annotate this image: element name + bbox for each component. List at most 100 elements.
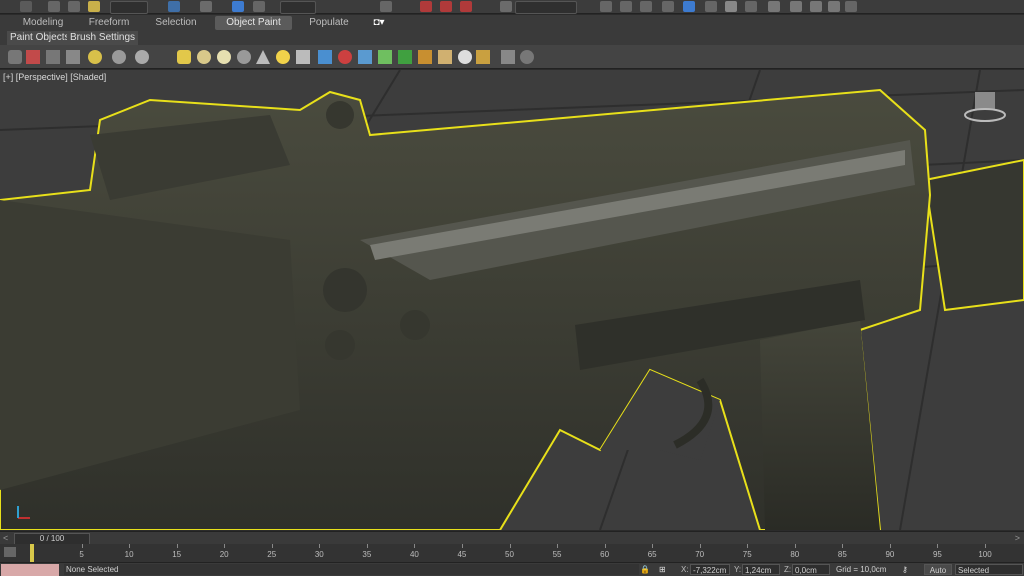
render-production-icon[interactable] [790,1,802,12]
time-marker[interactable] [30,544,34,562]
layer-explorer-icon[interactable] [640,1,652,12]
unlink-icon[interactable] [68,1,80,12]
brush-pot-icon[interactable] [237,50,251,64]
grid-icon[interactable] [476,50,490,64]
object-paint-tools [0,45,1024,69]
tick-label: 10 [124,550,134,559]
settings-icon[interactable] [501,50,515,64]
rotate-icon[interactable] [358,50,372,64]
grass-icon[interactable] [378,50,392,64]
key-icon[interactable]: ⚷ [902,565,908,574]
tick-label: 90 [885,550,895,559]
x-coordinate-field[interactable]: -7,322cm [690,564,730,575]
panel-brush-settings[interactable]: Brush Settings [67,31,139,45]
scatter-icon[interactable] [318,50,332,64]
tab-populate[interactable]: Populate [298,16,360,30]
pick-objects-icon[interactable] [66,50,80,64]
tab-modeling[interactable]: Modeling [8,16,78,30]
tab-selection[interactable]: Selection [144,16,208,30]
select-object-icon[interactable] [168,1,180,12]
z-coordinate-field[interactable]: 0,0cm [792,564,830,575]
named-selection-dropdown[interactable] [515,1,577,14]
shell-icon[interactable] [438,50,452,64]
tick-mark [414,544,416,548]
select-by-name-icon[interactable] [200,1,212,12]
panel-paint-objects[interactable]: Paint Objects [7,31,73,45]
tick-label: 5 [79,550,84,559]
rendered-frame-window-icon[interactable] [768,1,780,12]
edit-named-selection-icon[interactable] [500,1,512,12]
key-filter-dropdown[interactable]: Selected [955,564,1023,575]
brush-sphere-icon[interactable] [197,50,211,64]
status-bar: None Selected 🔒 ⊞ X: -7,322cm Y: 1,24cm … [0,562,1024,576]
paint-brush-icon[interactable] [8,50,22,64]
mini-curve-editor-icon[interactable] [4,547,16,557]
brush-disk-icon[interactable] [217,50,231,64]
align-icon[interactable] [620,1,632,12]
grid-size: Grid = 10,0cm [834,564,896,575]
ribbon-options-icon[interactable]: ◘▾ [368,16,390,30]
tab-object-paint[interactable]: Object Paint [215,16,292,30]
tick-mark [889,544,891,548]
tick-label: 50 [505,550,514,559]
mirror-icon[interactable] [600,1,612,12]
tick-label: 95 [932,550,942,559]
reference-coordinate-dropdown[interactable] [280,1,316,14]
brush-spray-icon[interactable] [296,50,310,64]
percent-snap-icon[interactable] [460,1,472,12]
lock-selection-icon[interactable]: 🔒 [640,565,650,574]
drop-icon[interactable] [418,50,432,64]
render-in-cloud-icon[interactable] [810,1,822,12]
select-move-icon[interactable] [232,1,244,12]
tick-mark [794,544,796,548]
snaps-toggle-icon[interactable] [420,1,432,12]
main-toolbar [0,0,1024,14]
tick-mark [509,544,511,548]
tick-mark [985,544,986,548]
time-prev-arrow[interactable]: < [3,533,8,543]
selection-status: None Selected [64,564,639,575]
viewport-label[interactable]: [+] [Perspective] [Shaded] [3,72,106,82]
material-editor-icon[interactable] [725,1,737,12]
track-bar[interactable]: 5 10 15 20 25 30 35 40 45 50 55 60 65 70 75 80 85 90 95 100 [0,544,1024,562]
tick-mark [81,544,83,548]
link-icon[interactable] [48,1,60,12]
eyedropper-icon[interactable] [135,50,149,64]
curve-editor-icon[interactable] [683,1,695,12]
paint-on-icon[interactable] [88,50,102,64]
angle-snap-icon[interactable] [440,1,452,12]
render-setup-icon[interactable] [745,1,757,12]
time-next-arrow[interactable]: > [1015,533,1020,543]
help-icon[interactable] [520,50,534,64]
bind-spacewarp-icon[interactable] [88,1,100,12]
scale-icon[interactable] [338,50,352,64]
brush-cone-icon[interactable] [256,50,270,64]
a360-gallery-icon[interactable] [828,1,840,12]
y-coordinate-field[interactable]: 1,24cm [742,564,780,575]
tick-mark [652,544,654,548]
paint-offset-icon[interactable] [112,50,126,64]
tick-mark [842,544,844,548]
sphere-icon[interactable] [458,50,472,64]
tick-mark [604,544,606,548]
viewport-canvas [0,70,1024,530]
tick-mark [747,544,749,548]
absolute-mode-icon[interactable]: ⊞ [659,565,666,574]
align-brush-icon[interactable] [177,50,191,64]
select-manipulate-icon[interactable] [380,1,392,12]
toggle-ribbon-icon[interactable] [662,1,674,12]
maxscript-mini-listener[interactable] [1,564,59,576]
fill-icon[interactable] [26,50,40,64]
tree-icon[interactable] [398,50,412,64]
time-slider[interactable]: < 0 / 100 > [0,531,1024,545]
select-rotate-icon[interactable] [253,1,265,12]
paint-list-icon[interactable] [46,50,60,64]
schematic-view-icon[interactable] [705,1,717,12]
maxscript-listener-icon[interactable] [845,1,857,12]
perspective-viewport[interactable] [0,70,1024,530]
selection-filter-dropdown[interactable] [110,1,148,14]
auto-key-button[interactable]: Auto [924,564,952,575]
brush-sun-icon[interactable] [276,50,290,64]
undo-icon[interactable] [20,1,32,12]
tab-freeform[interactable]: Freeform [78,16,140,30]
